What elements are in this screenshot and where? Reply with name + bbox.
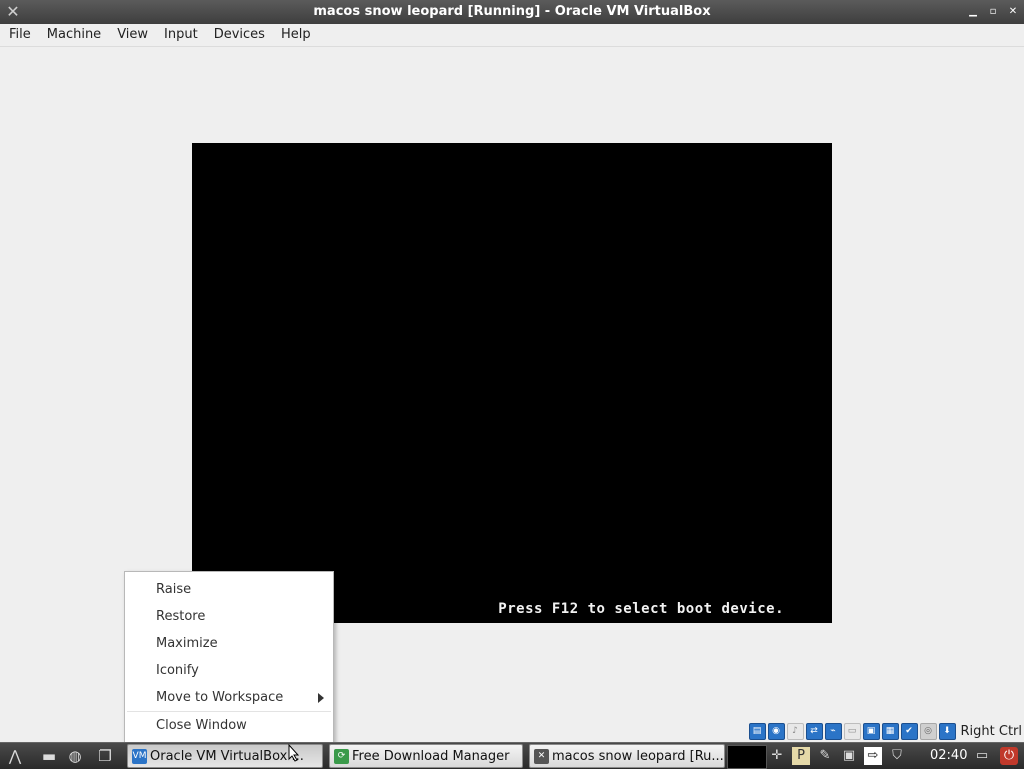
audio-icon[interactable]: ♪	[786, 722, 804, 740]
ctx-move-to-workspace[interactable]: Move to Workspace	[125, 684, 333, 711]
ctx-iconify[interactable]: Iconify	[125, 657, 333, 684]
system-tray: ✛ P ✎ ▣ ⇨ ⛉	[768, 744, 912, 768]
window-controls: ▁ ▫ ✕	[966, 0, 1020, 24]
arrows-icon[interactable]: ✛	[768, 747, 786, 765]
task-label: macos snow leopard [Ru...	[552, 749, 724, 764]
minimize-icon[interactable]: ▁	[966, 5, 980, 19]
vm-window-icon: ✕	[534, 749, 549, 764]
window-title: macos snow leopard [Running] - Oracle VM…	[313, 4, 711, 19]
shared-folder-icon[interactable]: ▭	[843, 722, 861, 740]
host-key-icon[interactable]: ⬇	[938, 722, 956, 740]
network-icon[interactable]: ⇄	[805, 722, 823, 740]
update-icon[interactable]: ⇨	[864, 747, 882, 765]
menu-view[interactable]: View	[108, 24, 155, 46]
cpu-monitor-graph	[727, 745, 767, 769]
power-icon[interactable]: ⏻	[1000, 747, 1018, 765]
task-label: Oracle VM VirtualBox ...	[150, 749, 304, 764]
virtualbox-icon: VM	[132, 749, 147, 764]
restore-icon[interactable]: ▫	[986, 5, 1000, 19]
monitor-icon[interactable]: ▭	[973, 747, 991, 765]
host-key-label: Right Ctrl	[960, 723, 1023, 739]
browser-icon[interactable]: ◍	[64, 746, 86, 766]
boot-message: Press F12 to select boot device.	[498, 601, 784, 617]
display-icon[interactable]: ▣	[862, 722, 880, 740]
ctx-raise[interactable]: Raise	[125, 576, 333, 603]
window-titlebar[interactable]: ✕ macos snow leopard [Running] - Oracle …	[0, 0, 1024, 25]
menu-machine[interactable]: Machine	[38, 24, 108, 46]
menu-devices[interactable]: Devices	[205, 24, 272, 46]
menu-file[interactable]: File	[0, 24, 38, 46]
menu-bar: File Machine View Input Devices Help	[0, 24, 1024, 47]
optical-drive-icon[interactable]: ◉	[767, 722, 785, 740]
clock[interactable]: 02:40	[930, 743, 967, 769]
task-free-download-manager[interactable]: ⟳ Free Download Manager	[329, 744, 523, 768]
menu-help[interactable]: Help	[272, 24, 318, 46]
mouse-cursor-icon	[288, 744, 300, 762]
ctx-close-window[interactable]: Close Window	[125, 712, 333, 739]
show-desktop-icon[interactable]: ▬	[38, 746, 60, 766]
start-menu-icon[interactable]: ⋀	[4, 746, 26, 766]
usb-icon[interactable]: ⌁	[824, 722, 842, 740]
submenu-arrow-icon	[318, 693, 324, 703]
ctx-maximize[interactable]: Maximize	[125, 630, 333, 657]
workspace-switcher-icon[interactable]: ❐	[94, 746, 116, 766]
hard-disk-icon[interactable]: ▤	[748, 722, 766, 740]
cpu-icon[interactable]: ✔	[900, 722, 918, 740]
menu-input[interactable]: Input	[155, 24, 205, 46]
taskbar: ⋀ ▬ ◍ ❐ VM Oracle VM VirtualBox ... ⟳ Fr…	[0, 742, 1024, 769]
clipboard-icon[interactable]: P	[792, 747, 810, 765]
task-label: Free Download Manager	[352, 749, 510, 764]
close-icon[interactable]: ✕	[1006, 5, 1020, 19]
video-capture-icon[interactable]: ▦	[881, 722, 899, 740]
ctx-restore[interactable]: Restore	[125, 603, 333, 630]
mouse-integration-icon[interactable]: ◎	[919, 722, 937, 740]
package-icon[interactable]: ▣	[840, 747, 858, 765]
ctx-move-to-workspace-label: Move to Workspace	[156, 690, 284, 705]
fdm-icon: ⟳	[334, 749, 349, 764]
window-context-menu: Raise Restore Maximize Iconify Move to W…	[124, 571, 334, 744]
vm-display[interactable]: Press F12 to select boot device.	[192, 143, 832, 623]
task-macos-vm[interactable]: ✕ macos snow leopard [Ru...	[529, 744, 725, 768]
shield-icon[interactable]: ⛉	[888, 747, 906, 765]
vm-status-bar: ▤ ◉ ♪ ⇄ ⌁ ▭ ▣ ▦ ✔ ◎ ⬇ Right Ctrl	[748, 721, 1023, 741]
tools-icon[interactable]: ✎	[816, 747, 834, 765]
